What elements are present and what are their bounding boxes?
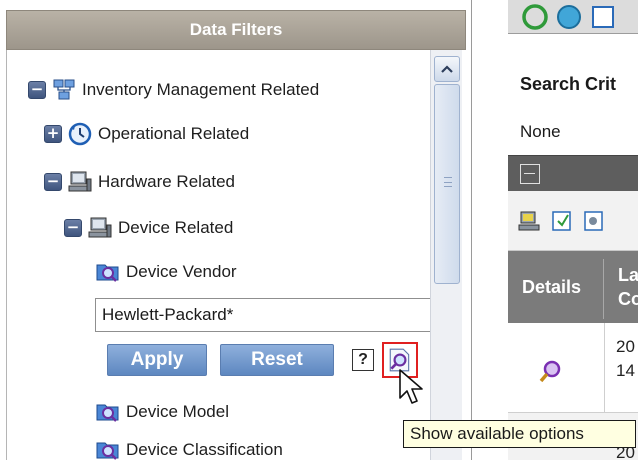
- results-column-headers: Details La Co: [508, 251, 638, 323]
- tree-node-label: Inventory Management Related: [82, 80, 320, 99]
- expand-toggle[interactable]: +: [44, 125, 62, 143]
- collapse-toggle[interactable]: −: [44, 173, 62, 191]
- magnifier-icon[interactable]: [538, 359, 564, 385]
- apply-button[interactable]: Apply: [107, 344, 207, 376]
- table-row[interactable]: 20 14: [508, 323, 638, 413]
- chevron-up-icon: [441, 65, 453, 73]
- column-divider: [603, 259, 604, 319]
- settings-icon[interactable]: [582, 209, 606, 233]
- reset-button[interactable]: Reset: [220, 344, 334, 376]
- tree-node-label: Operational Related: [98, 124, 250, 143]
- globe-icon[interactable]: [556, 4, 582, 30]
- column-header-last[interactable]: La Co: [618, 263, 638, 311]
- search-criteria-title: Search Crit: [520, 74, 617, 94]
- network-hierarchy-icon: [53, 79, 75, 100]
- column-divider: [604, 323, 605, 413]
- scroll-up-button[interactable]: [434, 56, 460, 82]
- results-grid-toolbar: [508, 191, 638, 251]
- tree-node-device-classification[interactable]: Device Classification: [96, 436, 283, 460]
- panel-title: Data Filters: [6, 10, 466, 50]
- tooltip: Show available options: [403, 420, 636, 448]
- report-icon[interactable]: [590, 4, 616, 30]
- results-toolbar: [508, 0, 638, 34]
- tree-node-label: Device Classification: [126, 440, 283, 459]
- collapse-toggle[interactable]: −: [28, 81, 46, 99]
- table-cell-date: 20 14: [616, 337, 635, 380]
- tree-node-operational[interactable]: + Operational Related: [44, 120, 249, 148]
- help-icon[interactable]: ?: [352, 349, 374, 371]
- tree-node-label: Device Model: [126, 402, 229, 421]
- results-grid-header: [508, 155, 638, 191]
- device-vendor-filter-input[interactable]: [95, 298, 430, 332]
- grip-icon: [444, 177, 452, 187]
- tree-node-label: Hardware Related: [98, 172, 236, 191]
- folder-search-icon: [96, 404, 119, 422]
- refresh-icon[interactable]: [522, 4, 548, 30]
- clock-icon: [68, 122, 92, 146]
- folder-search-icon: [96, 442, 119, 460]
- collapse-toggle[interactable]: −: [64, 219, 82, 237]
- collapse-icon[interactable]: [520, 164, 540, 184]
- vertical-scrollbar[interactable]: [430, 50, 462, 460]
- computer-icon: [68, 171, 92, 192]
- tree-node-device-vendor[interactable]: Device Vendor: [96, 258, 237, 286]
- export-icon[interactable]: [550, 209, 574, 233]
- computer-icon[interactable]: [518, 209, 542, 233]
- cursor-arrow-icon: [399, 369, 423, 404]
- folder-search-icon: [96, 264, 119, 282]
- tree-node-label: Device Vendor: [126, 262, 237, 281]
- scroll-thumb[interactable]: [434, 84, 460, 284]
- computer-icon: [88, 217, 112, 238]
- column-header-details[interactable]: Details: [522, 277, 581, 298]
- tree-node-device-model[interactable]: Device Model: [96, 398, 229, 426]
- search-criteria-value: None: [520, 122, 561, 141]
- filter-tree: [6, 50, 466, 460]
- tree-node-inventory[interactable]: − Inventory Management Related: [28, 76, 319, 104]
- tree-node-label: Device Related: [118, 218, 234, 237]
- tree-node-device[interactable]: − Device Related: [64, 214, 233, 242]
- tree-node-hardware[interactable]: − Hardware Related: [44, 168, 235, 196]
